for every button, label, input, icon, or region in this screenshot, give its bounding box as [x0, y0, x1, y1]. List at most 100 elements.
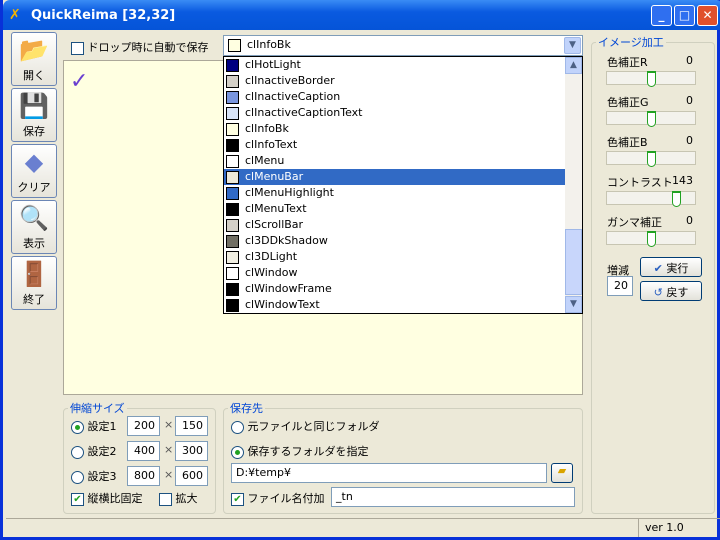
color-list-item[interactable]: cl3DDkShadow	[224, 233, 582, 249]
same-folder-radio-dot[interactable]	[231, 420, 244, 434]
color-swatch	[226, 234, 239, 248]
undo-button[interactable]: ↺ 戻す	[640, 281, 702, 301]
color-dropdown-list[interactable]: clHotLight clInactiveBorder clInactiveCapt…	[223, 56, 583, 314]
times-sign: ×	[164, 468, 174, 481]
auto-save-checkbox[interactable]: ドロップ時に自動で保存	[71, 39, 209, 55]
adjust-slider[interactable]	[606, 191, 696, 207]
color-list-item[interactable]: cl3DLight	[224, 249, 582, 265]
color-swatch	[226, 74, 239, 88]
color-name: clInactiveCaption	[245, 90, 341, 103]
color-list-item[interactable]: clInactiveCaptionText	[224, 105, 582, 121]
color-swatch	[226, 90, 239, 104]
height-input[interactable]: 150	[175, 416, 208, 436]
adjust-slider[interactable]	[606, 111, 696, 127]
resize-title: 伸縮サイズ	[70, 402, 125, 415]
specify-folder-radio-dot[interactable]	[231, 445, 244, 459]
preset-radio[interactable]: 設定3	[71, 468, 117, 484]
width-input[interactable]: 800	[127, 466, 160, 486]
preset-radio[interactable]: 設定2	[71, 443, 117, 459]
preset-radio-dot[interactable]	[71, 420, 84, 434]
color-list-item[interactable]: clWindow	[224, 265, 582, 281]
slider-thumb[interactable]	[647, 111, 656, 127]
color-name: clWindowFrame	[245, 282, 332, 295]
slider-value: 0	[686, 134, 693, 147]
browse-folder-button[interactable]: ▰	[551, 463, 573, 483]
color-list-item[interactable]: clMenuHighlight	[224, 185, 582, 201]
color-swatch	[226, 298, 239, 312]
keep-ratio-check[interactable]: ✔	[71, 492, 84, 506]
preset-radio-dot[interactable]	[71, 445, 84, 459]
color-name: clInactiveCaptionText	[245, 106, 363, 119]
step-input[interactable]: 20	[607, 276, 633, 296]
color-list-item[interactable]: clMenuText	[224, 201, 582, 217]
keep-ratio-checkbox[interactable]: ✔ 縦横比固定	[71, 490, 143, 506]
eraser-icon: ◆	[24, 148, 44, 176]
times-sign: ×	[164, 418, 174, 431]
scroll-up-button[interactable]: ▲	[565, 57, 582, 74]
slider-thumb[interactable]	[672, 191, 682, 207]
toolbar-button-2[interactable]: ◆ クリア	[11, 144, 57, 198]
suffix-checkbox[interactable]: ✔ ファイル名付加	[231, 490, 325, 506]
enlarge-check[interactable]	[159, 492, 172, 506]
undo-icon: ↺	[653, 286, 663, 299]
height-input[interactable]: 300	[175, 441, 208, 461]
maximize-button[interactable]: □	[674, 5, 695, 26]
list-scrollbar[interactable]: ▲ ▼	[565, 57, 582, 313]
color-list-item[interactable]: clInfoText	[224, 137, 582, 153]
color-list-item[interactable]: clMenuBar	[224, 169, 582, 185]
toolbar-button-4[interactable]: 🚪 終了	[11, 256, 57, 310]
color-list-item[interactable]: clWindowFrame	[224, 281, 582, 297]
enlarge-checkbox[interactable]: 拡大	[159, 490, 198, 506]
minimize-button[interactable]: _	[651, 5, 672, 26]
slider-thumb[interactable]	[647, 231, 656, 247]
color-list-item[interactable]: clScrollBar	[224, 217, 582, 233]
adjust-slider[interactable]	[606, 151, 696, 167]
adjust-slider[interactable]	[606, 231, 696, 247]
preset-radio[interactable]: 設定1	[71, 418, 117, 434]
specify-folder-label: 保存するフォルダを指定	[247, 445, 369, 458]
color-combo[interactable]: clInfoBk ▼	[223, 35, 583, 56]
slider-label: 色補正R	[607, 56, 648, 69]
suffix-input[interactable]: _tn	[331, 487, 575, 507]
color-list-item[interactable]: clMenu	[224, 153, 582, 169]
color-list-item[interactable]: clHotLight	[224, 57, 582, 73]
run-button[interactable]: ✔ 実行	[640, 257, 702, 277]
color-name: clInfoBk	[245, 122, 289, 135]
toolbar-label: 表示	[23, 237, 45, 250]
color-list-item[interactable]: clInactiveBorder	[224, 73, 582, 89]
image-adjust-title: イメージ加工	[598, 36, 664, 49]
close-button[interactable]: ✕	[697, 5, 718, 26]
keep-ratio-label: 縦横比固定	[87, 492, 143, 505]
toolbar-button-0[interactable]: 📂 開く	[11, 32, 57, 86]
slider-thumb[interactable]	[647, 151, 656, 167]
enlarge-label: 拡大	[175, 492, 198, 505]
slider-value: 0	[686, 214, 693, 227]
color-list-item[interactable]: clInfoBk	[224, 121, 582, 137]
color-swatch	[226, 282, 239, 296]
slider-thumb[interactable]	[647, 71, 656, 87]
toolbar-button-1[interactable]: 💾 保存	[11, 88, 57, 142]
folder-path-input[interactable]: D:¥temp¥	[231, 463, 547, 483]
exit-door-icon: 🚪	[19, 260, 49, 288]
slider-value: 143	[672, 174, 693, 187]
adjust-slider[interactable]	[606, 71, 696, 87]
same-folder-radio[interactable]: 元ファイルと同じフォルダ	[231, 418, 380, 434]
scroll-down-button[interactable]: ▼	[565, 296, 582, 313]
preset-radio-dot[interactable]	[71, 470, 84, 484]
width-input[interactable]: 400	[127, 441, 160, 461]
specify-folder-radio[interactable]: 保存するフォルダを指定	[231, 443, 369, 459]
width-input[interactable]: 200	[127, 416, 160, 436]
toolbar-label: クリア	[17, 181, 51, 194]
auto-save-check[interactable]	[71, 41, 84, 55]
height-input[interactable]: 600	[175, 466, 208, 486]
toolbar-button-3[interactable]: 🔍 表示	[11, 200, 57, 254]
color-name: cl3DLight	[245, 250, 298, 263]
color-swatch	[226, 154, 239, 168]
suffix-check[interactable]: ✔	[231, 492, 244, 506]
color-list-item[interactable]: clInactiveCaption	[224, 89, 582, 105]
scroll-thumb[interactable]	[565, 229, 582, 295]
floppy-disk-icon: 💾	[19, 92, 49, 120]
dropdown-arrow-icon[interactable]: ▼	[564, 37, 581, 54]
color-list-item[interactable]: clWindowText	[224, 297, 582, 313]
same-folder-label: 元ファイルと同じフォルダ	[247, 420, 380, 433]
